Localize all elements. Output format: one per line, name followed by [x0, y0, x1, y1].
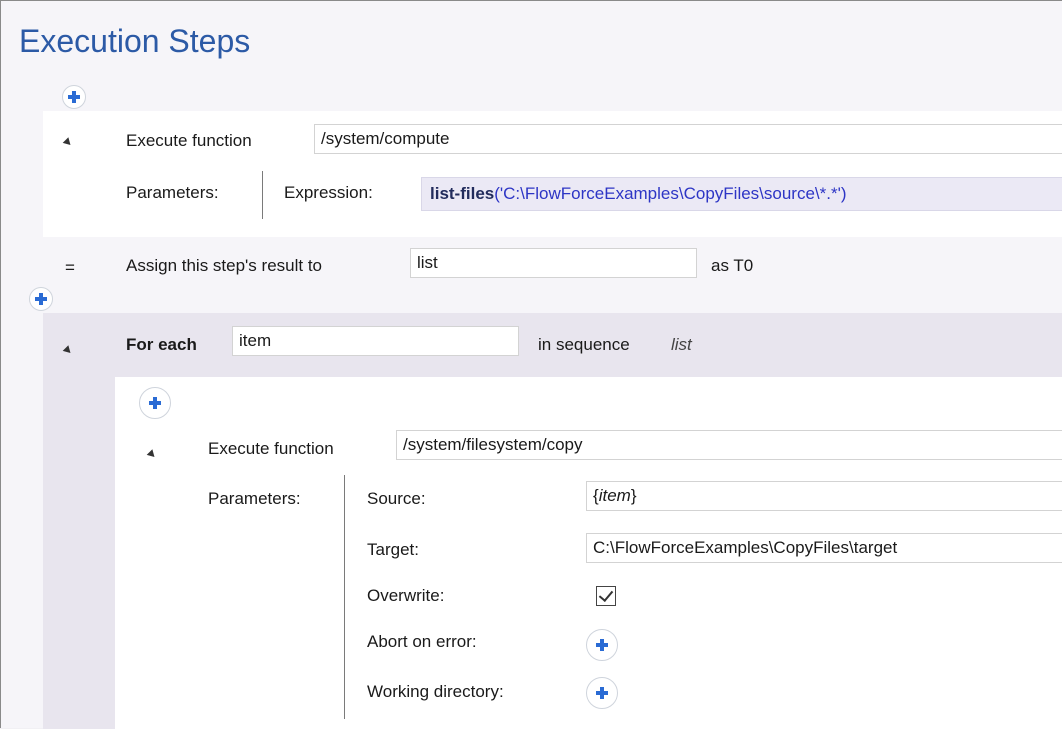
add-inner-step-button[interactable]: [139, 387, 171, 419]
sequence-label: in sequence: [538, 335, 630, 354]
plus-icon: [35, 293, 47, 305]
assign-label: Assign this step's result to: [126, 256, 322, 275]
expression-function: list-files: [430, 184, 495, 203]
foreach-label: For each: [126, 335, 197, 354]
overwrite-checkbox[interactable]: [596, 586, 616, 606]
plus-icon: [596, 687, 608, 699]
expression-input[interactable]: list-files('C:\FlowForceExamples\CopyFil…: [421, 177, 1062, 211]
execute-function-label-2: Execute function: [208, 439, 334, 458]
add-step-button-middle[interactable]: [29, 287, 53, 311]
source-label: Source:: [367, 489, 426, 508]
assign-marker: =: [65, 258, 75, 277]
execute-function-label: Execute function: [126, 131, 252, 150]
working-directory-add-button[interactable]: [586, 677, 618, 709]
add-step-button-top[interactable]: [62, 85, 86, 109]
abort-on-error-label: Abort on error:: [367, 632, 477, 651]
source-input[interactable]: {item}: [586, 481, 1062, 511]
function-path-input-2[interactable]: /system/filesystem/copy: [396, 430, 1062, 460]
working-directory-label: Working directory:: [367, 682, 504, 701]
target-input[interactable]: C:\FlowForceExamples\CopyFiles\target: [586, 533, 1062, 563]
target-label: Target:: [367, 540, 419, 559]
source-close-brace: }: [630, 486, 637, 505]
parameters-divider: [262, 171, 263, 219]
source-variable: item: [598, 486, 631, 505]
parameters-divider-2: [344, 475, 345, 719]
parameters-label-2: Parameters:: [208, 489, 301, 508]
plus-icon: [68, 91, 80, 103]
expression-arguments: ('C:\FlowForceExamples\CopyFiles\source\…: [494, 184, 847, 203]
function-path-input[interactable]: /system/compute: [314, 124, 1062, 154]
execution-steps-frame: Execution Steps Execute function /system…: [0, 0, 1062, 729]
overwrite-label: Overwrite:: [367, 586, 445, 605]
foreach-item-input[interactable]: item: [232, 326, 519, 356]
page-title: Execution Steps: [19, 23, 251, 59]
assign-variable-input[interactable]: list: [410, 248, 697, 278]
plus-icon: [596, 639, 608, 651]
sequence-value[interactable]: list: [671, 335, 692, 355]
assign-suffix: as T0: [711, 256, 754, 275]
parameters-label: Parameters:: [126, 183, 219, 202]
plus-icon: [149, 397, 161, 409]
expression-label: Expression:: [284, 183, 373, 202]
abort-on-error-add-button[interactable]: [586, 629, 618, 661]
